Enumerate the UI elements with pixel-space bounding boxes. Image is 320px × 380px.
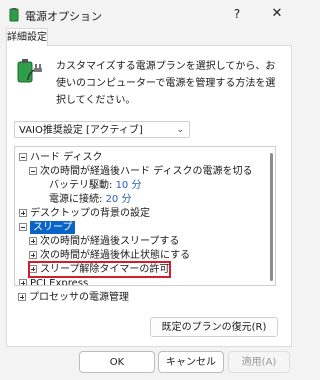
battery-label: バッテリ駆動: (49, 180, 113, 191)
expand-icon[interactable] (18, 293, 26, 301)
title-bar: 電源オプション ? ✕ (0, 0, 298, 30)
plugged-in-value[interactable]: 20 分 (106, 194, 132, 205)
expand-icon[interactable] (19, 209, 27, 217)
collapse-icon[interactable] (29, 167, 37, 175)
chevron-down-icon: ⌄ (176, 125, 184, 135)
tree-item-plugged-in[interactable]: 電源に接続: 20 分 (49, 193, 131, 206)
expand-icon[interactable] (19, 279, 27, 285)
annotation-highlight-box (28, 261, 171, 278)
tree-item-battery[interactable]: バッテリ駆動: 10 分 (49, 179, 141, 192)
power-plan-dropdown[interactable]: VAIO推奨設定 [アクティブ] ⌄ (14, 121, 190, 138)
tab-advanced-settings[interactable]: 詳細設定 (6, 28, 48, 46)
battery-plug-app-icon (9, 8, 19, 22)
battery-value[interactable]: 10 分 (116, 180, 142, 191)
plugged-in-label: 電源に接続: (49, 194, 103, 205)
sleep-label: スリープ (30, 221, 76, 234)
power-plan-value: VAIO推奨設定 [アクティブ] (19, 125, 143, 136)
ok-button[interactable]: OK (79, 351, 155, 373)
settings-tree[interactable]: ハード ディスク 次の時間が経過後ハード ディスクの電源を切る バッテリ駆動: … (14, 146, 276, 286)
expand-icon[interactable] (29, 251, 37, 259)
close-button[interactable]: ✕ (262, 3, 292, 25)
collapse-icon[interactable] (19, 223, 27, 231)
window-title: 電源オプション (25, 10, 102, 23)
tree-scrollbar[interactable] (270, 153, 273, 281)
expand-icon[interactable] (29, 237, 37, 245)
collapse-icon[interactable] (19, 153, 27, 161)
apply-button[interactable]: 適用(A) (228, 351, 290, 373)
description-text: カスタマイズする電源プランを選択してから、お使いのコンピューターで電源を管理する… (56, 61, 276, 106)
cancel-button[interactable]: キャンセル (158, 351, 224, 373)
help-button[interactable]: ? (226, 3, 248, 25)
power-plan-icon (17, 59, 42, 83)
restore-defaults-button[interactable]: 既定のプランの復元(R) (150, 317, 278, 337)
